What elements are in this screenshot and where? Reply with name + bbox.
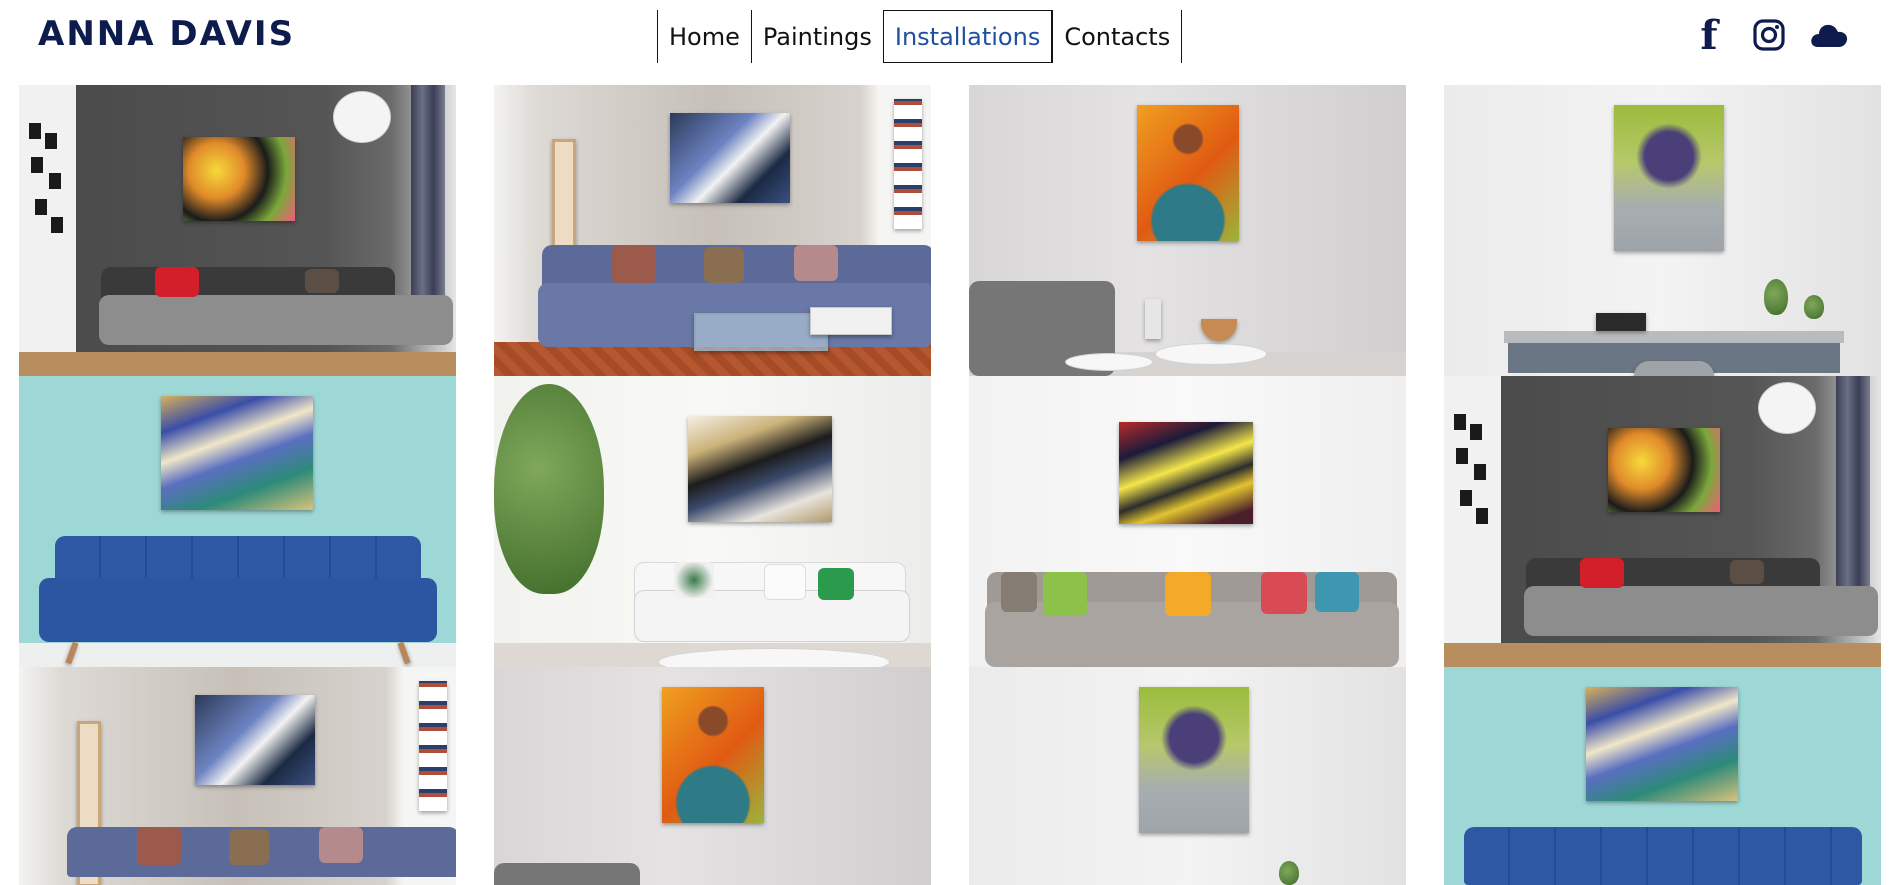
painting — [1614, 105, 1724, 251]
nav-contacts[interactable]: Contacts — [1052, 10, 1183, 63]
floor — [19, 352, 456, 376]
lamp — [1758, 382, 1816, 434]
plant — [494, 384, 604, 594]
small-frame — [29, 155, 45, 175]
gallery-tile[interactable] — [19, 667, 456, 885]
books — [810, 307, 892, 335]
small-frame — [1454, 446, 1470, 466]
small-frame — [49, 215, 65, 235]
small-frame — [1468, 422, 1484, 442]
curtain — [411, 85, 445, 325]
gallery-tile[interactable] — [494, 667, 931, 885]
pillow — [229, 829, 269, 865]
gallery-tile[interactable] — [19, 376, 456, 667]
pillow — [674, 562, 714, 598]
small-frame — [33, 197, 49, 217]
small-frame — [1474, 506, 1490, 526]
pillow — [612, 245, 656, 283]
pillow — [704, 247, 744, 283]
gallery-tile[interactable] — [494, 85, 931, 376]
plant — [1279, 861, 1299, 885]
small-frame — [1452, 412, 1468, 432]
pillow — [319, 827, 363, 863]
gallery-tile[interactable] — [19, 85, 456, 376]
nav-installations[interactable]: Installations — [882, 10, 1053, 63]
installations-gallery — [19, 85, 1881, 885]
lamp — [333, 91, 391, 143]
painting — [195, 695, 315, 785]
painting — [1119, 422, 1253, 524]
painting — [1137, 105, 1239, 241]
plant — [1764, 279, 1788, 315]
desk-top — [1504, 331, 1844, 343]
painting — [670, 113, 790, 203]
cloud-icon[interactable] — [1807, 14, 1851, 56]
sofa — [1464, 827, 1862, 885]
pillow — [1043, 572, 1087, 616]
pillow — [764, 564, 806, 600]
pillow — [137, 827, 181, 865]
painting — [662, 687, 764, 823]
coffee-table — [694, 313, 828, 351]
small-frame — [1472, 462, 1488, 482]
gallery-tile[interactable] — [494, 376, 931, 667]
plant — [1804, 295, 1824, 319]
sofa — [39, 578, 437, 642]
armchair — [494, 863, 640, 885]
gallery-tile[interactable] — [1444, 85, 1881, 376]
gallery-tile[interactable] — [1444, 376, 1881, 667]
nav-paintings[interactable]: Paintings — [750, 10, 883, 63]
pillow — [155, 267, 199, 297]
main-nav: Home Paintings Installations Contacts — [657, 10, 1183, 63]
painting — [1139, 687, 1249, 833]
small-frame — [1458, 488, 1474, 508]
gallery-tile[interactable] — [969, 85, 1406, 376]
instagram-icon[interactable] — [1749, 14, 1789, 56]
small-frame — [47, 171, 63, 191]
vase — [1145, 299, 1161, 339]
painting — [1608, 428, 1720, 512]
floor — [1444, 643, 1881, 667]
nav-home[interactable]: Home — [657, 10, 751, 63]
gallery-tile[interactable] — [969, 667, 1406, 885]
bookshelf — [419, 681, 447, 811]
gallery-tile[interactable] — [1444, 667, 1881, 885]
social-links: f — [1659, 12, 1889, 59]
pillow — [1001, 572, 1037, 612]
chair — [1634, 361, 1714, 376]
painting — [161, 396, 313, 510]
small-frame — [27, 121, 43, 141]
facebook-icon[interactable]: f — [1697, 12, 1721, 59]
books — [1596, 313, 1646, 331]
pillow — [818, 568, 854, 600]
gallery-tile[interactable] — [969, 376, 1406, 667]
pillow — [1730, 560, 1764, 584]
side-table — [1065, 353, 1153, 371]
painting — [1586, 687, 1738, 801]
painting — [183, 137, 295, 221]
pillow — [794, 245, 838, 281]
sofa — [99, 295, 453, 345]
small-frame — [43, 131, 59, 151]
pillow — [1165, 572, 1211, 616]
sofa — [1524, 586, 1878, 636]
curtain — [1836, 376, 1870, 616]
painting — [688, 416, 832, 522]
pillow — [305, 269, 339, 293]
side-table — [1155, 343, 1267, 365]
site-brand[interactable]: ANNA DAVIS — [38, 14, 295, 54]
pillow — [1580, 558, 1624, 588]
pillow — [1315, 572, 1359, 612]
floor — [19, 643, 456, 667]
pillow — [1261, 572, 1307, 614]
bookshelf — [894, 99, 922, 229]
site-header: ANNA DAVIS Home Paintings Installations … — [0, 0, 1889, 70]
